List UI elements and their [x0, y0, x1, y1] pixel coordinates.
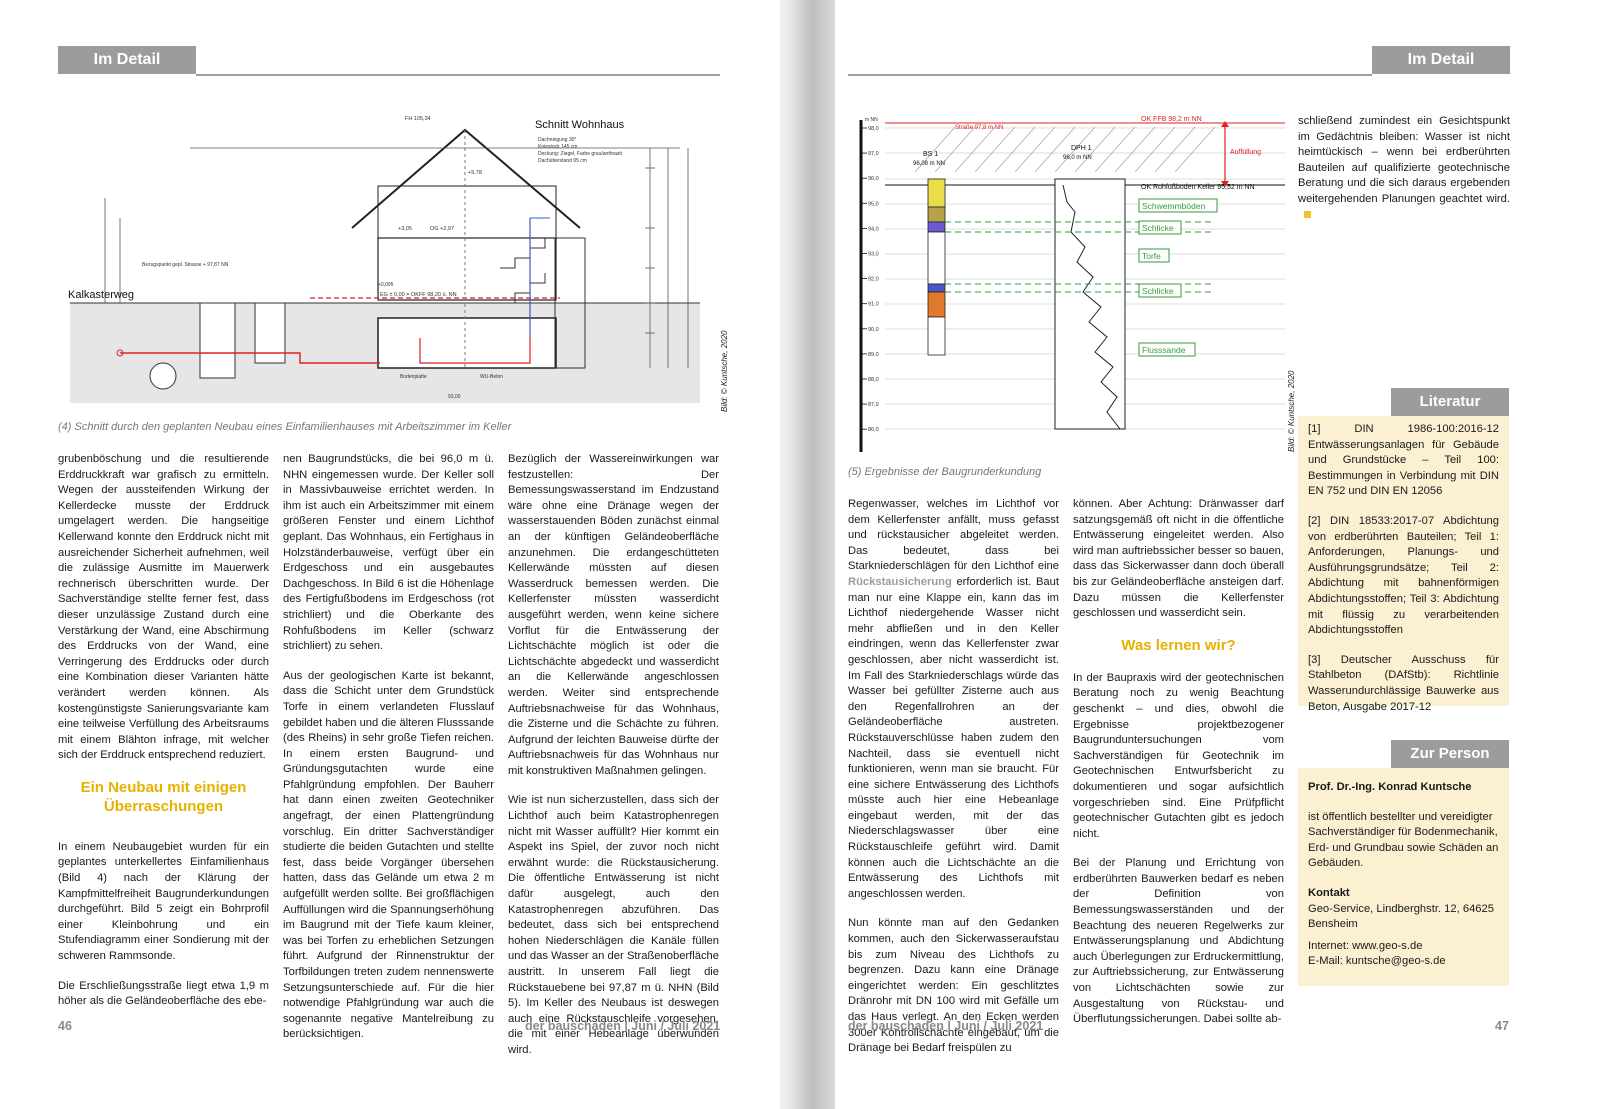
reference-3: [3] Deutscher Ausschuss für Stahlbeton (…	[1308, 653, 1499, 713]
left-column-1: grubenböschung und die resultierende Erd…	[58, 452, 269, 1024]
page-number-right: 47	[1495, 1019, 1509, 1033]
reference-1: [1] DIN 1986-100:2016-12 Entwässerungsan…	[1308, 423, 1499, 498]
paragraph: In einem Neubaugebiet wurden für ein gep…	[58, 840, 269, 963]
kontakt-label: Kontakt	[1308, 886, 1350, 899]
depth-tick-label: 89,0	[868, 352, 879, 358]
depth-tick-label: 93,0	[868, 252, 879, 258]
page-number-left: 46	[58, 1019, 72, 1033]
depth-axis-label: m NN	[865, 117, 878, 123]
figure-4-kellersohle-label: +0,095	[378, 282, 394, 288]
person-email[interactable]: E-Mail: kuntsche@geo-s.de	[1308, 954, 1499, 970]
literatur-header: Literatur	[1391, 388, 1509, 416]
roof-note-1: Dachneigung 30°	[538, 137, 576, 143]
section-header-right: Im Detail	[1372, 46, 1510, 74]
paragraph: können. Aber Achtung: Dränwasser darf sa…	[1073, 498, 1284, 620]
depth-tick-label: 91,0	[868, 302, 879, 308]
layer-label-flusssande: Flusssande	[1142, 345, 1186, 355]
figure-5-borehole-profile: 98,0 97,0 96,0 95,0 94,0 93,0 92,0 91,0 90,0 89,0…	[845, 112, 1295, 457]
paragraph: Aus der geologischen Karte ist bekannt, …	[283, 669, 494, 1041]
left-page: Im Detail Schnitt Wohnhaus Kalkasterweg …	[0, 0, 780, 1109]
depth-tick-label: 98,0	[868, 126, 879, 132]
depth-tick-label: 86,0	[868, 427, 879, 433]
figure-4-eg2-label: +3,05	[398, 226, 412, 232]
strasse-label: Straße 97,8 m NN	[955, 125, 1003, 131]
figure-4-section-drawing: Schnitt Wohnhaus Kalkasterweg FH 105,34 …	[60, 108, 720, 413]
depth-tick-label: 87,0	[868, 402, 879, 408]
person-name: Prof. Dr.-Ing. Konrad Kuntsche	[1308, 781, 1472, 793]
depth-tick-label: 88,0	[868, 377, 879, 383]
figure-4-og-label: OG +2,97	[430, 226, 454, 232]
paragraph: nen Baugrundstücks, die bei 96,0 m ü. NH…	[283, 453, 494, 653]
person-header: Zur Person	[1391, 740, 1509, 768]
literatur-box: [1] DIN 1986-100:2016-12 Entwässerungsan…	[1298, 416, 1509, 713]
dph1-level-label: 96,0 m NN	[1063, 155, 1092, 161]
roof-note-4: Dachüberstand 95 cm	[538, 158, 587, 164]
ok-rohfussboden-label: OK Rohfußboden Keller 95,52 m NN	[1141, 184, 1255, 191]
bs1-label: BS 1	[923, 151, 938, 158]
paragraph: Bei der Planung und Errichtung von erdbe…	[1073, 857, 1284, 1026]
depth-tick-label: 92,0	[868, 277, 879, 283]
right-page: Im Detail 98,0 97,0 96,0 95,0 94,0 93,0 92,0 91…	[835, 0, 1611, 1109]
depth-tick-label: 96,0	[868, 176, 879, 182]
auffuellung-label: Auffüllung	[1230, 149, 1261, 156]
layer-label-torfe: Torfe	[1142, 251, 1161, 261]
folio-title-left: der bauschaden | Juni / Juli 2021	[525, 1019, 721, 1033]
highlight-rueckstausicherung: Rückstausicherung	[848, 575, 952, 588]
person-bio: ist öffentlich bestellter und vereidigte…	[1308, 810, 1499, 870]
roof-note-2: Kniestock 145 cm	[538, 144, 577, 150]
end-mark-icon	[1304, 210, 1311, 218]
folio-title-right: der bauschaden | Juni / Juli 2021	[848, 1019, 1044, 1033]
person-address: Geo-Service, Lindberghstr. 12, 64625 Ben…	[1308, 902, 1494, 931]
figure-4-wu-label: WU-Beton	[480, 374, 503, 380]
figure-4-bezug-label: Bezugspunkt gepl. Strasse + 97,87 NN	[142, 262, 229, 268]
depth-tick-label: 90,0	[868, 327, 879, 333]
paragraph: schließend zumindest ein Gesichtspunkt i…	[1298, 114, 1510, 223]
layer-label-schlicke: Schlicke	[1142, 223, 1174, 233]
section-header-left: Im Detail	[58, 46, 196, 74]
figure-4-abs-label: 93,00	[448, 394, 461, 400]
paragraph: Bezüglich der Wassereinwirkungen war fes…	[508, 453, 719, 777]
figure-4-fh-label: FH 105,34	[405, 116, 431, 122]
layer-label-schlicke-2: Schlicke	[1142, 286, 1174, 296]
paragraph: Nun könnte man auf den Gedanken kommen, …	[848, 917, 1059, 1055]
paragraph: In der Baupraxis wird der geotechnischen…	[1073, 671, 1284, 840]
dph1-label: DPH 1	[1071, 145, 1092, 152]
figure-5-credit: Bild: © Kuntsche, 2020	[1287, 370, 1296, 453]
subheading-was-lernen-wir: Was lernen wir?	[1121, 636, 1236, 654]
figure-4-bodenplatte-label: Bodenplatte	[400, 374, 427, 380]
figure-4-street-label: Kalkasterweg	[68, 289, 134, 301]
ok-ffb-label: OK FFB 98,2 m NN	[1141, 116, 1202, 123]
right-column-1: Regenwasser, welches im Lichthof vor dem…	[848, 497, 1059, 1071]
person-internet[interactable]: Internet: www.geo-s.de	[1308, 939, 1499, 955]
figure-4-credit: Bild: © Kuntsche, 2020	[720, 330, 729, 413]
paragraph: Die Erschließungsstraße liegt etwa 1,9 m…	[58, 979, 269, 1008]
right-column-2: können. Aber Achtung: Dränwasser darf sa…	[1073, 497, 1284, 1042]
depth-tick-label: 94,0	[868, 226, 879, 232]
depth-tick-label: 95,0	[868, 201, 879, 207]
layer-label-schwemmboeden: Schwemmböden	[1142, 201, 1206, 211]
header-rule-left	[196, 74, 720, 76]
header-rule-right	[848, 74, 1372, 76]
figure-4-eg-label: EG ± 0,00 = OKFF 98,20 ü. NN	[380, 292, 457, 298]
left-column-3: Bezüglich der Wassereinwirkungen war fes…	[508, 452, 719, 1073]
paragraph: Regenwasser, welches im Lichthof vor dem…	[848, 498, 1059, 900]
figure-5-caption: (5) Ergebnisse der Baugrunderkundung	[848, 466, 1042, 478]
depth-tick-label: 97,0	[868, 151, 879, 157]
figure-4-dg-label: +5,78	[468, 170, 482, 176]
paragraph: grubenböschung und die resultierende Erd…	[58, 453, 269, 762]
subheading-neubau: Ein Neubau mit einigen Überraschungen	[80, 778, 247, 815]
right-column-3: schließend zumindest ein Gesichtspunkt i…	[1298, 114, 1510, 237]
reference-2: [2] DIN 18533:2017-07 Abdichtung von erd…	[1308, 514, 1499, 637]
roof-note-3: Deckung: Ziegel, Farbe grau/anthrazit	[538, 151, 623, 157]
figure-4-caption: (4) Schnitt durch den geplanten Neubau e…	[58, 421, 512, 433]
figure-4-title: Schnitt Wohnhaus	[535, 119, 625, 131]
bs1-level-label: 96,08 m NN	[913, 161, 945, 167]
person-box: Prof. Dr.-Ing. Konrad Kuntsche ist öffen…	[1298, 768, 1509, 986]
left-column-2: nen Baugrundstücks, die bei 96,0 m ü. NH…	[283, 452, 494, 1057]
